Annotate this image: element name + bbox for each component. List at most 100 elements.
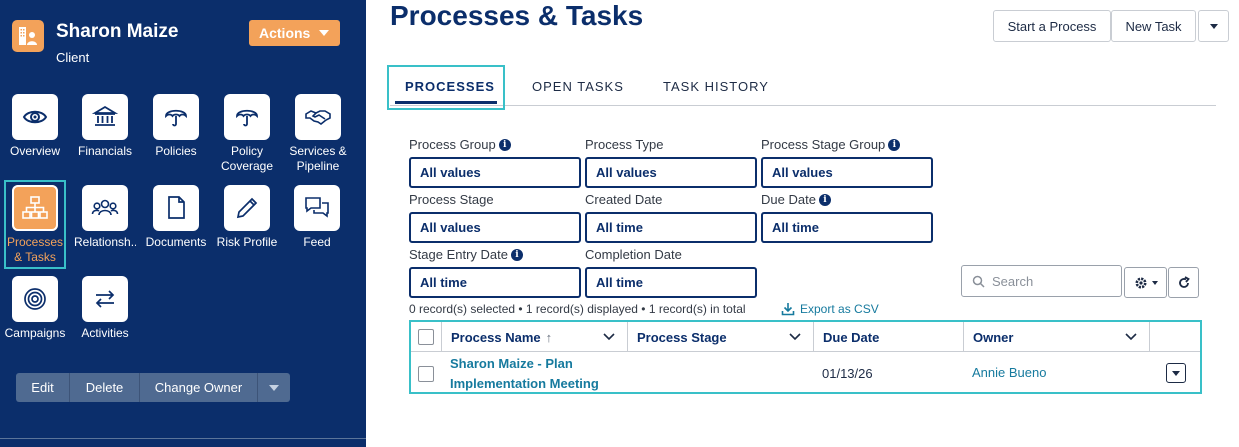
col-owner[interactable]: Owner	[964, 322, 1150, 352]
col-due-date[interactable]: Due Date	[814, 322, 964, 352]
people-icon	[82, 185, 128, 231]
chevron-down-icon	[789, 333, 801, 341]
header-more-button[interactable]	[1198, 10, 1229, 42]
sidebar-divider	[0, 438, 366, 439]
gear-icon	[1135, 277, 1146, 288]
start-process-button[interactable]: Start a Process	[993, 10, 1111, 42]
col-process-name[interactable]: Process Name ↑	[441, 322, 628, 352]
nav-risk-profile[interactable]: Risk Profile	[216, 185, 278, 250]
column-label: Process Stage	[637, 329, 727, 345]
new-task-button[interactable]: New Task	[1111, 10, 1196, 42]
filter-label-text: Process Group	[409, 137, 496, 152]
nav-financials[interactable]: Financials	[74, 94, 136, 159]
pencil-icon	[224, 185, 270, 231]
search-icon	[972, 275, 985, 288]
nav-relationships[interactable]: Relationsh...	[74, 185, 136, 250]
actions-button[interactable]: Actions	[249, 20, 340, 46]
change-owner-button[interactable]: Change Owner	[140, 373, 258, 402]
nav-campaigns[interactable]: Campaigns	[4, 276, 66, 341]
bank-icon	[82, 94, 128, 140]
refresh-icon	[1178, 275, 1190, 288]
client-sidebar: Sharon Maize Client Actions Overview Fin…	[0, 0, 366, 447]
active-nav-highlight	[4, 180, 66, 269]
owner-link[interactable]: Annie Bueno	[972, 365, 1046, 380]
eye-icon	[12, 94, 58, 140]
table-settings-button[interactable]	[1124, 267, 1167, 298]
refresh-button[interactable]	[1168, 267, 1199, 298]
row-actions-button[interactable]	[1166, 363, 1186, 383]
info-icon[interactable]: i	[511, 248, 523, 261]
due-date-cell: 01/13/26	[822, 366, 873, 381]
tab-open-tasks[interactable]: OPEN TASKS	[532, 79, 624, 94]
handshake-icon	[295, 94, 341, 140]
search-box	[961, 265, 1122, 297]
nav-documents[interactable]: Documents	[145, 185, 207, 250]
delete-button[interactable]: Delete	[70, 373, 140, 402]
umbrella-icon	[224, 94, 270, 140]
export-csv-link[interactable]: Export as CSV	[781, 302, 879, 316]
download-icon	[781, 303, 795, 316]
info-icon[interactable]: i	[818, 193, 831, 206]
caret-down-icon	[1172, 370, 1180, 376]
info-icon[interactable]: i	[888, 138, 901, 151]
search-input[interactable]	[992, 273, 1112, 289]
filter-label-text: Stage Entry Date	[409, 247, 508, 262]
process-stage-group-select[interactable]: All values	[761, 157, 933, 188]
records-summary: 0 record(s) selected • 1 record(s) displ…	[409, 302, 746, 316]
sort-asc-icon: ↑	[545, 329, 553, 345]
filter-label-text: Due Date	[761, 192, 816, 207]
target-icon	[12, 276, 58, 322]
nav-label: Activities	[81, 326, 129, 340]
filter-label-process-group: Process Group i	[409, 137, 511, 152]
nav-activities[interactable]: Activities	[74, 276, 136, 341]
processes-table: Process Name ↑ Process Stage Due Date Ow…	[409, 320, 1202, 394]
process-stage-select[interactable]: All values	[409, 212, 581, 243]
col-process-stage[interactable]: Process Stage	[628, 322, 814, 352]
select-all-checkbox[interactable]	[418, 329, 434, 345]
nav-feed[interactable]: Feed	[286, 185, 348, 250]
document-icon	[153, 185, 199, 231]
row-checkbox[interactable]	[418, 366, 434, 382]
actions-label: Actions	[259, 25, 311, 41]
created-date-select[interactable]: All time	[585, 212, 757, 243]
client-type: Client	[56, 50, 90, 65]
filter-label-completion-date: Completion Date	[585, 247, 682, 262]
nav-services-pipeline[interactable]: Services & Pipeline	[286, 94, 350, 174]
nav-policies[interactable]: Policies	[145, 94, 207, 159]
caret-down-icon	[319, 30, 329, 36]
process-type-select[interactable]: All values	[585, 157, 757, 188]
filter-label-process-type: Process Type	[585, 137, 664, 152]
process-group-select[interactable]: All values	[409, 157, 581, 188]
stage-entry-date-select[interactable]: All time	[409, 267, 581, 298]
umbrella-icon	[153, 94, 199, 140]
app-root: Sharon Maize Client Actions Overview Fin…	[0, 0, 1239, 447]
process-name-link[interactable]: Sharon Maize - Plan Implementation Meeti…	[450, 354, 625, 394]
tab-task-history[interactable]: TASK HISTORY	[663, 79, 769, 94]
caret-down-icon	[269, 384, 279, 391]
info-icon[interactable]: i	[498, 138, 511, 151]
nav-label: Policies	[155, 144, 197, 158]
chevron-down-icon	[1125, 333, 1137, 341]
completion-date-select[interactable]: All time	[585, 267, 757, 298]
nav-overview[interactable]: Overview	[4, 94, 66, 159]
nav-label: Campaigns	[4, 326, 66, 340]
tab-bar: PROCESSES OPEN TASKS TASK HISTORY	[390, 64, 1216, 106]
filter-label-text: Process Stage Group	[761, 137, 886, 152]
more-actions-button[interactable]	[258, 373, 290, 402]
arrows-icon	[82, 276, 128, 322]
nav-label: Services & Pipeline	[289, 144, 347, 173]
chevron-down-icon	[603, 333, 615, 341]
chat-icon	[294, 185, 340, 231]
caret-down-icon	[1151, 280, 1158, 285]
nav-label: Financials	[77, 144, 133, 158]
active-tab-highlight	[387, 65, 505, 110]
due-date-select[interactable]: All time	[761, 212, 933, 243]
filter-label-text: Completion Date	[585, 247, 682, 262]
caret-down-icon	[1209, 23, 1218, 29]
edit-button[interactable]: Edit	[16, 373, 70, 402]
client-name: Sharon Maize	[56, 21, 179, 42]
record-button-group: Edit Delete Change Owner	[16, 373, 290, 402]
filter-label-due-date: Due Date i	[761, 192, 831, 207]
filter-label-text: Created Date	[585, 192, 663, 207]
nav-policy-coverage[interactable]: Policy Coverage	[216, 94, 278, 174]
